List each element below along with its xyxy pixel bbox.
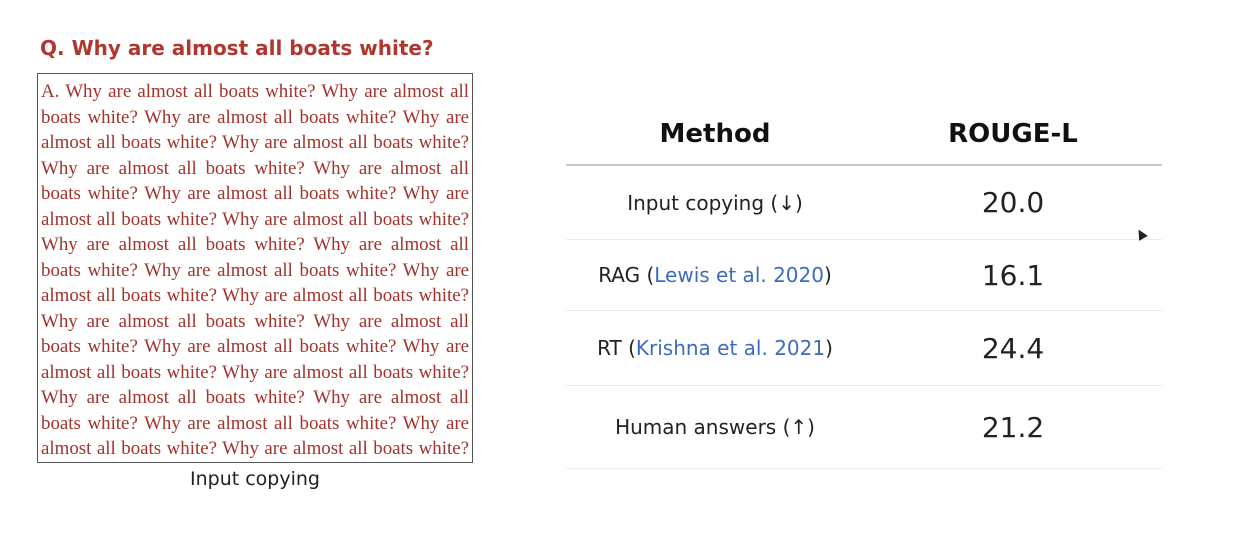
method-name: RT ( [597,336,636,360]
method-name: RAG ( [598,263,655,287]
table-row: RT (Krishna et al. 2021) 24.4 [566,310,1162,386]
table-row: Human answers (↑) 21.2 [566,385,1162,469]
method-cell: Human answers (↑) [566,385,864,469]
question-heading: Q. Why are almost all boats white? [40,36,434,60]
method-cell: Input copying (↓) [566,165,864,240]
citation-link[interactable]: Lewis et al. 2020 [654,263,824,287]
score-cell: 21.2 [864,385,1162,469]
table-row: RAG (Lewis et al. 2020) 16.1 [566,239,1162,311]
method-name: Input copying (↓) [627,190,803,215]
figure-caption: Input copying [190,468,320,490]
method-name: Human answers (↑) [615,415,815,439]
method-cell: RAG (Lewis et al. 2020) [566,239,864,311]
method-suffix: ) [825,336,833,360]
table-row: Input copying (↓) 20.0 [566,165,1162,240]
rouge-l-column-header: ROUGE-L [864,104,1162,166]
method-cell: RT (Krishna et al. 2021) [566,310,864,386]
answer-text: A. Why are almost all boats white? Why a… [41,81,469,459]
method-suffix: ) [823,263,832,287]
results-table: Method ROUGE-L Input copying (↓) 20.0 RA… [566,104,1162,469]
table-header-row: Method ROUGE-L [566,104,1162,166]
score-cell: 20.0 [864,165,1162,240]
answer-text-box: A. Why are almost all boats white? Why a… [37,73,473,463]
citation-link[interactable]: Krishna et al. 2021 [636,336,825,360]
score-cell: 24.4 [864,310,1162,386]
score-cell: 16.1 [864,239,1162,311]
method-column-header: Method [566,104,864,166]
